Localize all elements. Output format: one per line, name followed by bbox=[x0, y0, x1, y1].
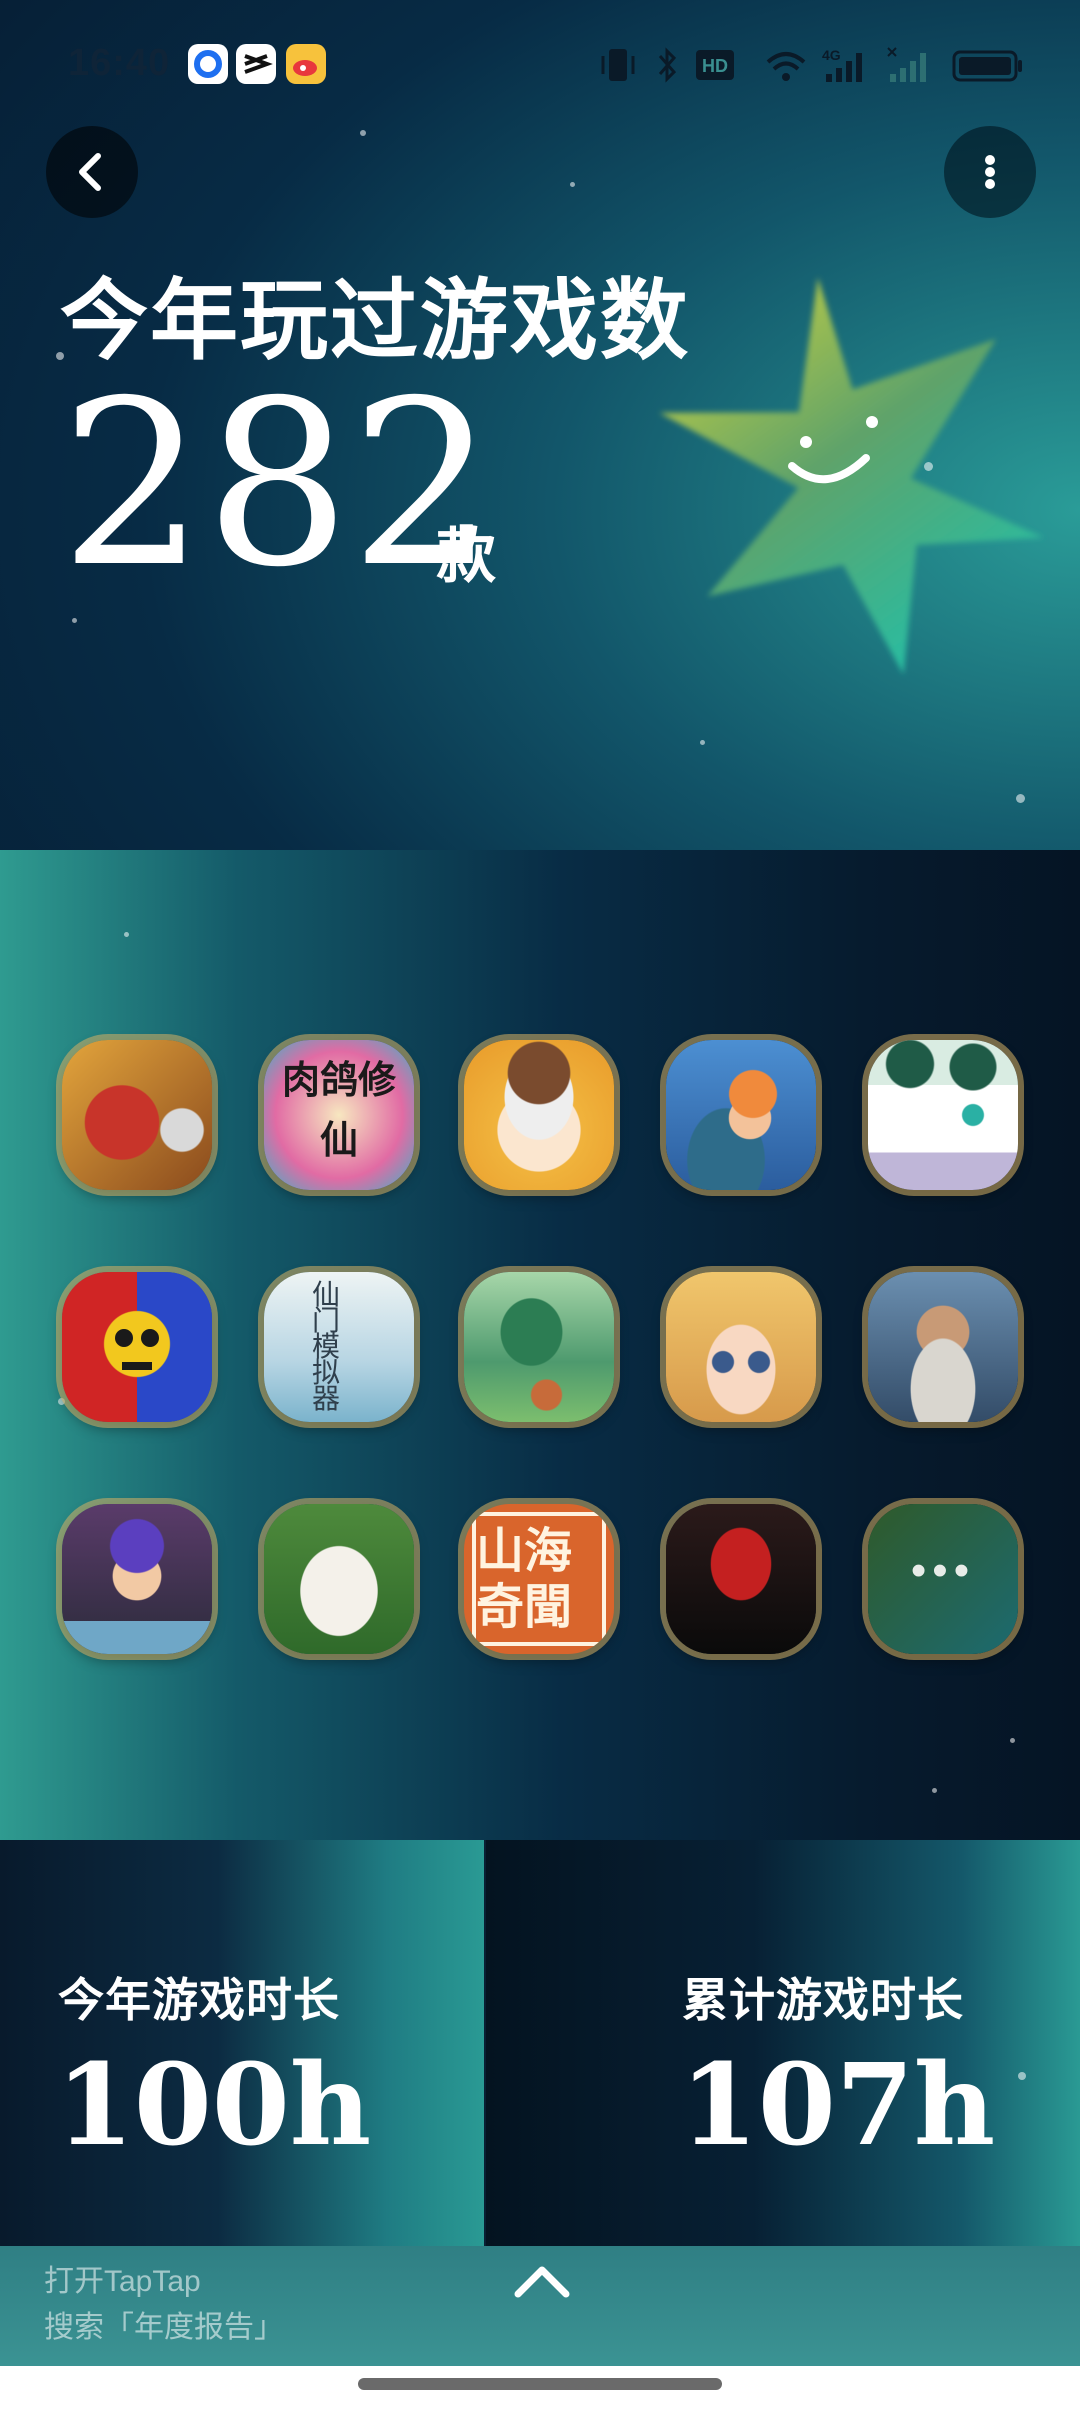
signal-4g-icon: 4G bbox=[822, 46, 878, 94]
more-dots-icon: ••• bbox=[910, 1546, 976, 1595]
this-year-playtime-panel: 今年游戏时长 100h bbox=[0, 1840, 484, 2246]
more-options-button[interactable] bbox=[944, 126, 1036, 218]
total-playtime-value: 107h bbox=[680, 2040, 996, 2171]
this-year-playtime-label: 今年游戏时长 bbox=[58, 1974, 340, 2026]
capcut-icon bbox=[236, 44, 276, 84]
game-icon-cow[interactable] bbox=[264, 1504, 414, 1654]
status-time: 16:40 bbox=[68, 42, 171, 84]
bluetooth-icon bbox=[652, 46, 682, 92]
network-label: 4G bbox=[822, 47, 841, 63]
games-played-count: 282 bbox=[60, 351, 496, 617]
game-icon-dragon[interactable] bbox=[464, 1272, 614, 1422]
status-bar: 16:40 HD 4G bbox=[0, 40, 1080, 90]
game-icon-boy-flying[interactable] bbox=[666, 1040, 816, 1190]
star-dot bbox=[932, 1788, 937, 1793]
battery-icon bbox=[952, 46, 1024, 92]
games-grid-section: 肉鸽修仙 仙门模拟器 山海奇聞 ••• bbox=[0, 850, 1080, 1840]
game-icon-skull[interactable] bbox=[62, 1272, 212, 1422]
more-games-button[interactable]: ••• bbox=[868, 1504, 1018, 1654]
game-icon-blonde-girl[interactable] bbox=[666, 1272, 816, 1422]
games-count-unit: 款 bbox=[436, 523, 496, 590]
chevron-left-icon bbox=[79, 153, 101, 191]
back-button[interactable] bbox=[46, 126, 138, 218]
star-dot bbox=[360, 130, 366, 136]
blue-app-icon bbox=[188, 44, 228, 84]
game-icon-immortal-sim[interactable]: 仙门模拟器 bbox=[264, 1272, 414, 1422]
svg-text:HD: HD bbox=[702, 56, 728, 76]
game-icon-card-boy[interactable] bbox=[62, 1504, 212, 1654]
star-dot bbox=[1016, 794, 1025, 803]
immortal-sim-text: 仙门模拟器 bbox=[312, 1278, 341, 1415]
game-icon-shanhai[interactable]: 山海奇聞 bbox=[464, 1504, 614, 1654]
home-gesture-bar[interactable] bbox=[358, 2378, 722, 2390]
this-year-playtime-value: 100h bbox=[56, 2040, 372, 2171]
chevron-up-icon[interactable] bbox=[510, 2260, 574, 2304]
signal-icon bbox=[886, 46, 936, 94]
star-dot bbox=[1018, 2072, 1026, 2080]
shanhai-text: 山海奇聞 bbox=[472, 1512, 606, 1646]
weibo-icon bbox=[286, 44, 326, 84]
gesture-bar-area bbox=[0, 2366, 1080, 2414]
star-dot bbox=[1010, 1738, 1015, 1743]
star-dot bbox=[72, 618, 77, 623]
game-icon-warrior[interactable] bbox=[62, 1040, 212, 1190]
star-dot bbox=[570, 182, 575, 187]
bottom-bar: 打开TapTap 搜索「年度报告」 bbox=[0, 2246, 1080, 2366]
calligraphy-text: 肉鸽修仙 bbox=[281, 1057, 396, 1162]
smiling-star-icon bbox=[659, 277, 1044, 675]
more-vertical-icon bbox=[985, 155, 995, 189]
game-icon-red-hood[interactable] bbox=[666, 1504, 816, 1654]
game-icon-girl-goggles[interactable] bbox=[464, 1040, 614, 1190]
wifi-icon bbox=[764, 46, 808, 92]
vibrate-icon bbox=[600, 46, 636, 92]
game-icon-snow-pixel[interactable] bbox=[868, 1040, 1018, 1190]
total-playtime-label: 累计游戏时长 bbox=[682, 1974, 964, 2026]
star-dot bbox=[124, 932, 129, 937]
hd-icon: HD bbox=[694, 46, 740, 92]
hint-line-1: 打开TapTap bbox=[44, 2265, 201, 2298]
game-icon-old-man[interactable] bbox=[868, 1272, 1018, 1422]
game-icon-calligraphy[interactable]: 肉鸽修仙 bbox=[264, 1040, 414, 1190]
total-playtime-panel: 累计游戏时长 107h bbox=[486, 1840, 1080, 2246]
star-dot bbox=[700, 740, 705, 745]
hint-line-2: 搜索「年度报告」 bbox=[44, 2311, 284, 2344]
header-section: 16:40 HD 4G 今年玩过游戏数 282 款 bbox=[0, 0, 1080, 850]
